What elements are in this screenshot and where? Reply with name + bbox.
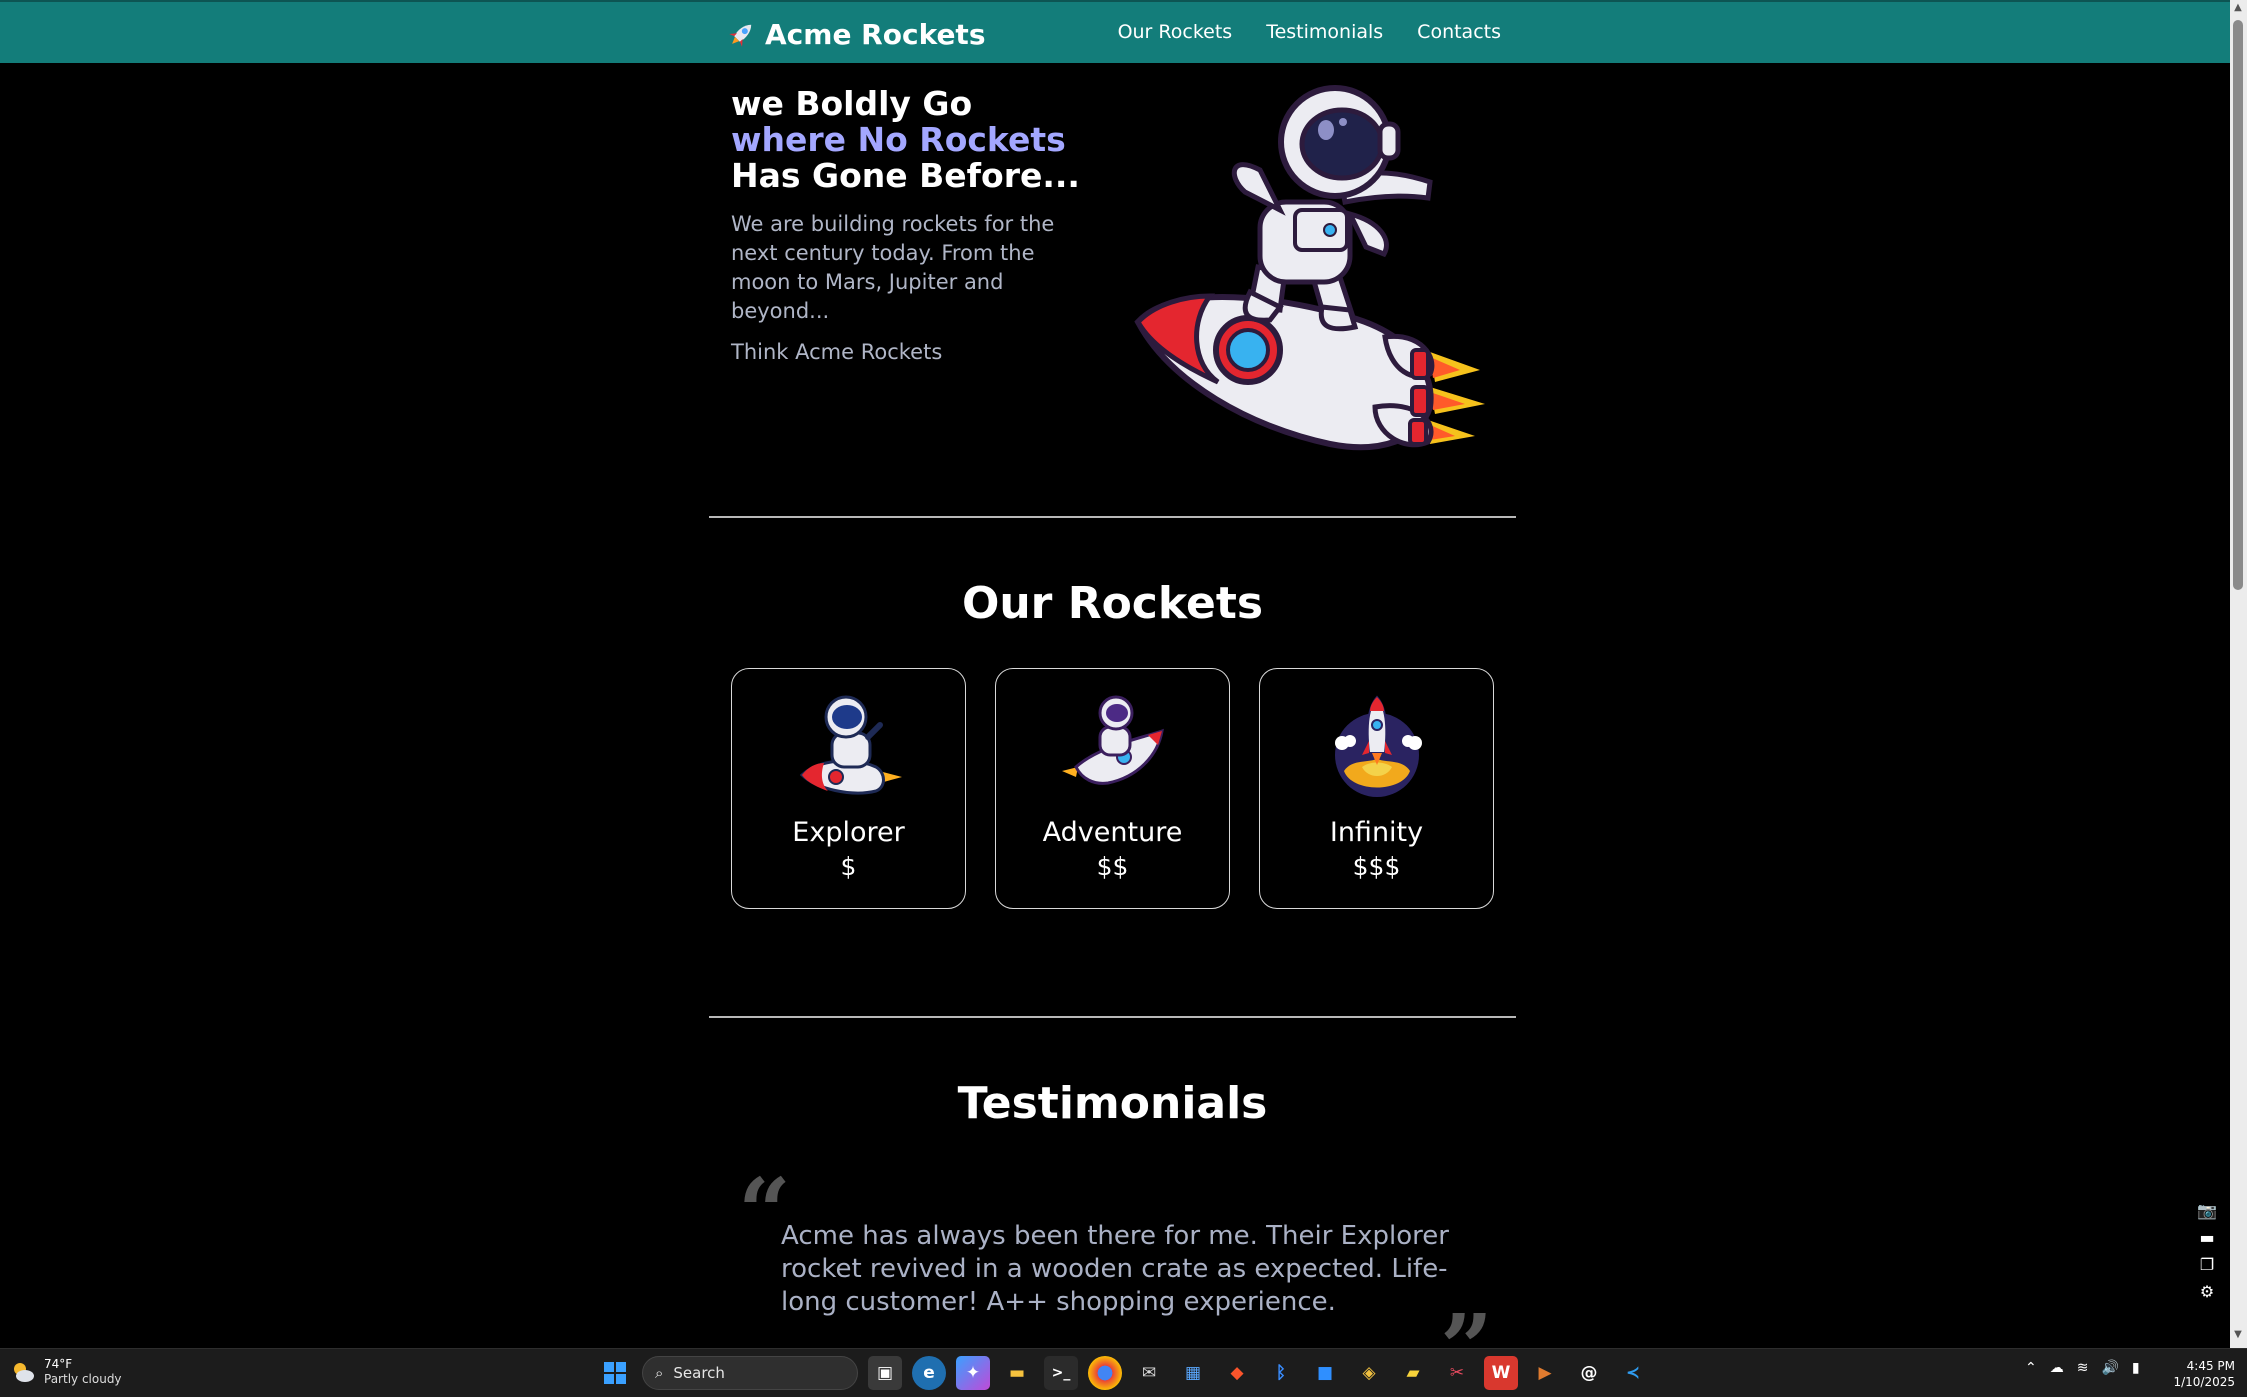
section-divider (709, 1016, 1516, 1018)
rocket-icon (729, 24, 752, 47)
sticky-notes-icon[interactable]: ▰ (1396, 1356, 1430, 1390)
rocket-name: Infinity (1329, 817, 1424, 848)
rocket-card-adventure[interactable]: Adventure $$ (995, 668, 1230, 909)
nav-our-rockets[interactable]: Our Rockets (1118, 21, 1233, 43)
rocket-price: $$$ (1352, 852, 1401, 881)
search-label: Search (673, 1364, 725, 1382)
media-player-icon[interactable]: ▶ (1528, 1356, 1562, 1390)
windows-taskbar: 74°F Partly cloudy ⌕ Search ▣ e ✦ ▬ >_ ✉… (0, 1348, 2247, 1397)
weather-temperature: 74°F (44, 1357, 73, 1371)
battery-icon[interactable]: ▮ (2132, 1360, 2140, 1376)
rocket-name: Explorer (792, 817, 905, 848)
windows-start-icon[interactable] (598, 1356, 632, 1390)
rocket-card-explorer[interactable]: Explorer $ (731, 668, 966, 909)
office-icon[interactable]: W (1484, 1356, 1518, 1390)
main-nav: Our Rockets Testimonials Contacts (1118, 21, 1501, 43)
rocket-flames (1428, 352, 1485, 444)
site-header: Acme Rockets Our Rockets Testimonials Co… (0, 0, 2230, 63)
rocket-cards: Explorer $ Adventure $$ Infinity $$$ (731, 668, 1494, 909)
taskbar-apps: ⌕ Search ▣ e ✦ ▬ >_ ✉ ▦ ◆ ᛒ ■ ◈ ▰ ✂ W ▶ … (598, 1356, 1650, 1390)
clock-date: 1/10/2025 (2173, 1375, 2235, 1389)
vscode-icon[interactable]: ≺ (1616, 1356, 1650, 1390)
astronaut-on-rocket-illustration (1134, 85, 1485, 451)
brand-name: Acme Rockets (765, 17, 986, 51)
scrollbar-thumb[interactable] (2233, 20, 2243, 590)
camera-icon[interactable]: 📷 (2197, 1202, 2217, 1220)
video-icon[interactable]: ▬ (2199, 1229, 2214, 1247)
partly-cloudy-icon (14, 1363, 34, 1382)
threads-icon[interactable]: @ (1572, 1356, 1606, 1390)
scroll-down-arrow-icon[interactable]: ▼ (2233, 1330, 2243, 1340)
search-icon: ⌕ (655, 1364, 664, 1382)
chevron-up-icon[interactable]: ⌃ (2025, 1360, 2037, 1376)
hero-title-accent: where No Rockets (731, 120, 1066, 159)
nav-contacts[interactable]: Contacts (1417, 21, 1501, 43)
hero-section: we Boldly Go where No Rockets Has Gone B… (731, 86, 1091, 365)
edge-icon[interactable]: e (912, 1356, 946, 1390)
brand-logo[interactable]: Acme Rockets (727, 16, 986, 52)
rockets-section-title: Our Rockets (961, 578, 1264, 629)
hero-title: we Boldly Go where No Rockets Has Gone B… (731, 86, 1091, 194)
capture-toolbar: 📷 ▬ ❐ ⚙ (2195, 1202, 2219, 1301)
git-icon[interactable]: ◈ (1352, 1356, 1386, 1390)
rocket-price: $ (840, 852, 857, 881)
volume-icon[interactable]: 🔊 (2101, 1360, 2118, 1376)
onedrive-icon[interactable]: ☁ (2050, 1360, 2064, 1376)
window-icon[interactable]: ❐ (2200, 1256, 2214, 1274)
snipping-icon[interactable]: ✂ (1440, 1356, 1474, 1390)
task-view-icon[interactable]: ▣ (868, 1356, 902, 1390)
section-divider (709, 516, 1516, 518)
wifi-icon[interactable]: ≋ (2077, 1360, 2089, 1376)
app-icon[interactable]: ■ (1308, 1356, 1342, 1390)
astronaut (1231, 85, 1433, 332)
hero-title-part2: Has Gone Before... (731, 156, 1080, 195)
weather-widget[interactable]: 74°F Partly cloudy (10, 1357, 122, 1387)
hero-title-part1: we Boldly Go (731, 84, 973, 123)
rocket-name: Adventure (1042, 817, 1183, 848)
system-tray: ⌃ ☁ ≋ 🔊 ▮ (2025, 1360, 2140, 1376)
copilot-icon[interactable]: ✦ (956, 1356, 990, 1390)
store-icon[interactable]: ▦ (1176, 1356, 1210, 1390)
rocket-body (1134, 293, 1435, 451)
testimonial-quote: Acme has always been there for me. Their… (781, 1221, 1449, 1317)
file-explorer-icon[interactable]: ▬ (1000, 1356, 1034, 1390)
testimonials-section-title: Testimonials (957, 1078, 1268, 1129)
taskbar-search[interactable]: ⌕ Search (642, 1356, 858, 1390)
hero-description: We are building rockets for the next cen… (731, 212, 1055, 323)
bluetooth-icon[interactable]: ᛒ (1264, 1356, 1298, 1390)
chrome-icon[interactable] (1088, 1356, 1122, 1390)
taskbar-clock[interactable]: 4:45 PM 1/10/2025 (2173, 1358, 2235, 1390)
nav-testimonials[interactable]: Testimonials (1266, 21, 1383, 43)
adventure-rocket-image (1061, 695, 1164, 785)
settings-icon[interactable]: ⚙ (2200, 1283, 2214, 1301)
hero-tagline: Think Acme Rockets (731, 340, 943, 364)
mail-icon[interactable]: ✉ (1132, 1356, 1166, 1390)
weather-description: Partly cloudy (44, 1372, 122, 1386)
explorer-rocket-image (799, 695, 902, 795)
scroll-up-arrow-icon[interactable]: ▲ (2233, 3, 2243, 13)
infinity-rocket-image (1334, 695, 1422, 797)
brave-icon[interactable]: ◆ (1220, 1356, 1254, 1390)
rocket-price: $$ (1096, 852, 1129, 881)
terminal-icon[interactable]: >_ (1044, 1356, 1078, 1390)
rocket-card-infinity[interactable]: Infinity $$$ (1259, 668, 1494, 909)
clock-time: 4:45 PM (2186, 1359, 2235, 1373)
